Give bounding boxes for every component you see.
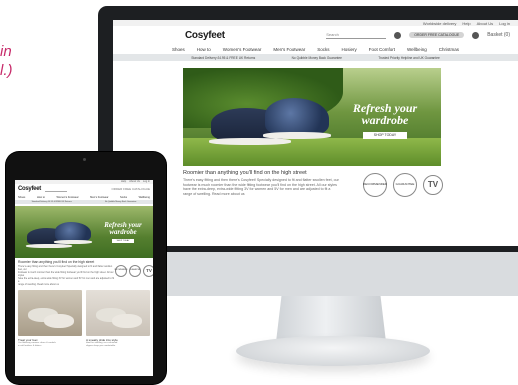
tv-badge-icon: TV — [143, 265, 153, 277]
nav-how-to[interactable]: How to — [197, 47, 211, 52]
tablet-trust-badges: RECOMMENDED GUARANTEE TV — [115, 265, 153, 277]
nav-how-to[interactable]: How to — [37, 196, 45, 199]
usp-guarantee: No Quibble Money Back Guarantee — [291, 55, 342, 60]
intro-line[interactable]: range of swelling. Read more about us — [183, 192, 361, 197]
guarantee-badge-icon: GUARANTEE — [393, 173, 417, 197]
order-catalogue-button[interactable]: ORDER FREE CATALOGUE — [409, 32, 465, 38]
tablet-intro-section: Roomier than anything you'll find on the… — [18, 260, 116, 286]
brand-logo[interactable]: Cosyfeet — [185, 30, 225, 41]
nav-shoes[interactable]: Shoes — [172, 47, 185, 52]
intro-line[interactable]: range of swelling. Read more about us — [18, 283, 116, 286]
tablet-header: Cosyfeet ORDER FREE CATALOGUE — [15, 184, 153, 194]
hero-headline-line2: wardrobe — [361, 113, 409, 127]
brand-logo[interactable]: Cosyfeet — [18, 186, 41, 192]
tv-badge-icon: TV — [423, 175, 443, 195]
tablet-usp-bar: Standard Delivery £4.95 & FREE UK Return… — [15, 200, 153, 204]
intro-section: Roomier than anything you'll find on the… — [183, 170, 361, 196]
shoe-sole — [26, 244, 72, 248]
seal-badge-icon: RECOMMENDED — [115, 265, 127, 277]
tile-body: Ideal for swelling, our cushioned slippe… — [86, 342, 150, 348]
usp-delivery: Standard Delivery £4.95 & FREE UK Return… — [191, 55, 256, 60]
nav-shoes[interactable]: Shoes — [18, 196, 25, 199]
slipper-right — [112, 314, 142, 328]
basket-label[interactable]: Basket (0) — [487, 32, 510, 38]
tablet-screen: Help About Us Log in Cosyfeet ORDER FREE… — [15, 180, 153, 376]
trust-badges: RECOMMENDED GUARANTEE TV — [363, 173, 443, 197]
usp-guarantee: No Quibble Money Back Guarantee — [104, 201, 137, 203]
top-link-about[interactable]: About Us — [477, 21, 493, 26]
nav-womens[interactable]: Women's Footwear — [223, 47, 262, 52]
nav-foot-comfort[interactable]: Foot Comfort — [369, 47, 395, 52]
nav-hosiery[interactable]: Hosiery — [341, 47, 356, 52]
nav-mens[interactable]: Men's Footwear — [273, 47, 305, 52]
hero-headline-line2: wardrobe — [109, 228, 137, 236]
intro-heading: Roomier than anything you'll find on the… — [183, 170, 307, 176]
tile-line: slippers keep you comfortable. — [86, 344, 116, 347]
sandal-right — [44, 314, 74, 328]
top-link-login[interactable]: Log in — [499, 21, 510, 26]
shoe-sole — [263, 132, 331, 139]
product-tile-slippers[interactable]: A sneaky slide into style Ideal for swel… — [86, 290, 150, 348]
monitor-stand-base — [236, 336, 430, 366]
nav-wellbeing[interactable]: Wellbeing — [139, 196, 150, 199]
nav-mens[interactable]: Men's Footwear — [90, 196, 108, 199]
intro-fragment-line-2: l.) — [0, 62, 13, 79]
product-tile-sandals[interactable]: Treat your feet Our flattering summer sh… — [18, 290, 82, 348]
shoe-sole — [54, 240, 92, 244]
intro-heading: Roomier than anything you'll find on the… — [18, 260, 95, 264]
main-nav: Shoes How to Women's Footwear Men's Foot… — [113, 44, 518, 54]
nav-socks[interactable]: Socks — [120, 196, 127, 199]
shop-today-button[interactable]: SHOP TODAY — [363, 132, 407, 139]
tile-body: Our flattering summer shoes & sandals in… — [18, 342, 82, 348]
intro-text-fragment: in l.) — [0, 42, 13, 80]
seal-badge-icon: RECOMMENDED — [363, 173, 387, 197]
intro-body: There's easy fitting and then there's Co… — [183, 178, 361, 196]
nav-wellbeing[interactable]: Wellbeing — [407, 47, 427, 52]
monitor-screen: Worldwide delivery Help About Us Log in … — [113, 20, 518, 246]
shop-today-button[interactable]: SHOP TODAY — [112, 239, 134, 243]
tile-line: in soft leathers & fabrics. — [18, 344, 42, 347]
floral-shoe-image — [265, 98, 329, 136]
intro-fragment-line-1: in — [0, 43, 12, 60]
shoe-sole — [209, 138, 291, 145]
guarantee-badge-icon: GUARANTEE — [129, 265, 141, 277]
search-icon[interactable] — [394, 31, 402, 39]
intro-line: There's easy fitting and then there's Co… — [183, 178, 339, 182]
basket-icon[interactable] — [472, 31, 480, 39]
top-link-about[interactable]: About Us — [129, 180, 140, 184]
top-link-login[interactable]: Log in — [143, 180, 150, 184]
sandals-image[interactable] — [18, 290, 82, 336]
top-link-help[interactable]: Help — [462, 21, 470, 26]
site-header: Cosyfeet Search ORDER FREE CATALOGUE Bas… — [113, 26, 518, 44]
hero-banner[interactable]: Refresh your wardrobe SHOP TODAY — [183, 68, 441, 166]
nav-socks[interactable]: Socks — [317, 47, 329, 52]
intro-body: There's easy fitting and then there's Co… — [18, 265, 116, 286]
slippers-image[interactable] — [86, 290, 150, 336]
usp-delivery: Standard Delivery £4.95 & FREE UK Return… — [31, 201, 72, 203]
camera-icon — [83, 158, 86, 161]
search-input[interactable] — [44, 187, 67, 192]
search-input[interactable]: Search — [326, 32, 387, 39]
floral-shoe-image — [55, 222, 91, 242]
nav-christmas[interactable]: Christmas — [439, 47, 459, 52]
usp-helpline: Trusted Priority Helpline and UK Guarant… — [378, 55, 440, 60]
top-link-help[interactable]: Help — [121, 180, 126, 184]
nav-womens[interactable]: Women's Footwear — [56, 196, 78, 199]
order-catalogue-button[interactable]: ORDER FREE CATALOGUE — [111, 187, 150, 191]
product-tiles: Treat your feet Our flattering summer sh… — [18, 290, 150, 348]
top-link-worldwide[interactable]: Worldwide delivery — [423, 21, 457, 26]
tablet-hero-banner[interactable]: Refresh your wardrobe SHOP TODAY — [15, 206, 153, 258]
usp-bar: Standard Delivery £4.95 & FREE UK Return… — [113, 54, 518, 61]
